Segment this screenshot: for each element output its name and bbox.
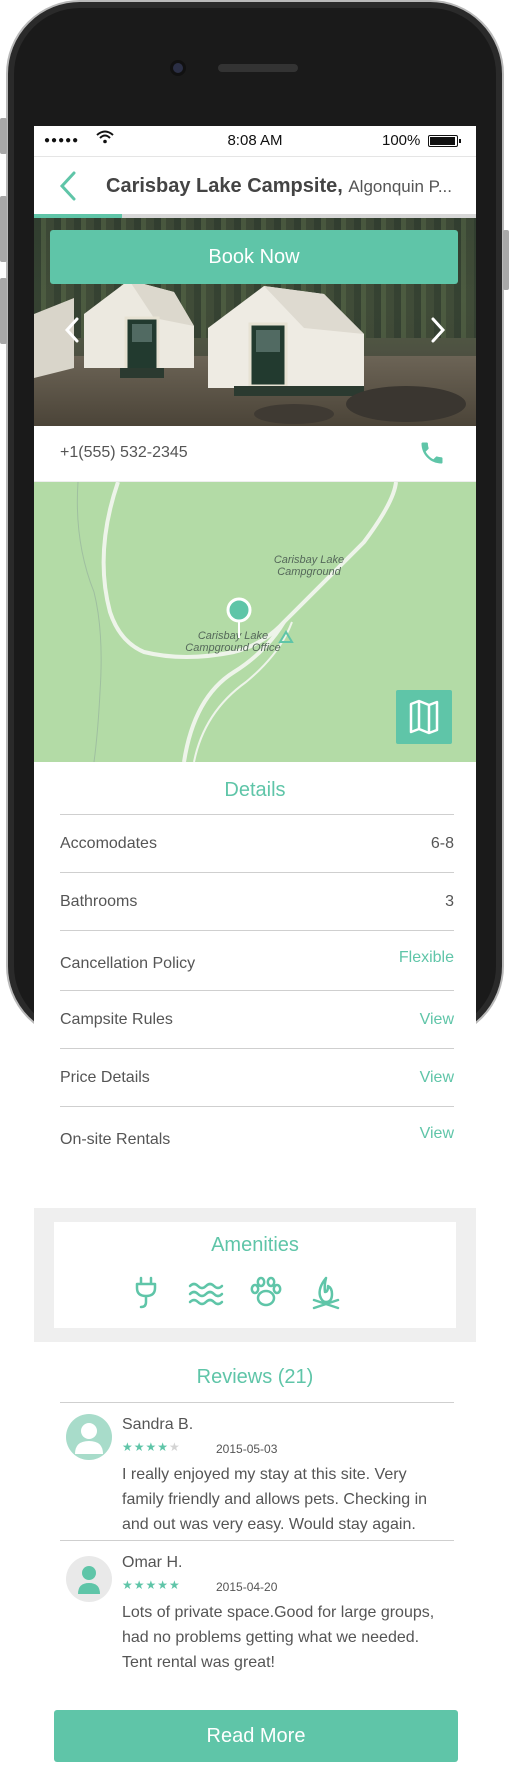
status-bar: ●●●●● 8:08 AM 100% [34, 126, 476, 156]
review-item: Omar H. ★★★★★ 2015-04-20 Lots of private… [60, 1542, 454, 1682]
read-more-button[interactable]: Read More [54, 1710, 458, 1762]
volume-down-button [0, 278, 7, 344]
book-now-button[interactable]: Book Now [50, 230, 458, 284]
paw-icon [250, 1276, 282, 1307]
detail-row-accomodates: Accomodates 6-8 [60, 814, 454, 872]
chevron-left-icon [59, 171, 76, 201]
detail-row-cancellation: Cancellation Policy Flexible [60, 930, 454, 990]
earpiece-speaker [218, 64, 298, 72]
detail-label: Campsite Rules [60, 1011, 173, 1028]
reviewer-name: Sandra B. [122, 1416, 194, 1433]
front-camera [170, 60, 186, 76]
star-rating: ★★★★★ [122, 1440, 181, 1454]
user-icon [78, 1566, 100, 1594]
amenities-heading: Amenities [211, 1234, 299, 1256]
chevron-right-icon [431, 317, 446, 343]
details-list: Accomodates 6-8 Bathrooms 3 Cancellation… [60, 814, 454, 1168]
review-text: Lots of private space.Good for large gro… [122, 1604, 435, 1671]
previous-photo-button[interactable] [60, 313, 84, 347]
phone-number: +1(555) 532-2345 [60, 444, 188, 461]
map-icon [409, 699, 439, 735]
amenities-card: Amenities [54, 1222, 456, 1328]
detail-label: Price Details [60, 1069, 150, 1086]
campsite-map[interactable]: Carisbay Lake Campground Carisbay Lake C… [34, 482, 476, 762]
campsite-photo-carousel[interactable]: Book Now [34, 218, 476, 426]
call-button[interactable] [418, 439, 446, 467]
detail-value: 6-8 [430, 835, 454, 852]
review-text: I really enjoyed my stay at this site. V… [122, 1466, 428, 1533]
campsite-name: Carisbay Lake Campsite, [106, 175, 343, 197]
user-icon [75, 1423, 103, 1454]
detail-row-price: Price Details View [60, 1048, 454, 1106]
volume-up-button [0, 196, 7, 262]
detail-label: Bathrooms [60, 893, 138, 910]
plug-icon [135, 1276, 157, 1309]
app-screen: ●●●●● 8:08 AM 100% Carisbay Lake Campsit… [34, 126, 476, 1774]
detail-label: Cancellation Policy [60, 955, 196, 972]
campfire-icon [312, 1276, 340, 1310]
cancellation-policy-link[interactable]: Flexible [399, 949, 454, 967]
onsite-rentals-link[interactable]: View [420, 1125, 454, 1143]
chevron-left-icon [64, 317, 79, 343]
detail-label: On-site Rentals [60, 1131, 171, 1148]
battery-icon [428, 135, 461, 147]
campsite-park: Algonquin P... [348, 177, 453, 196]
avatar [66, 1556, 112, 1602]
water-icon [188, 1282, 224, 1306]
detail-label: Accomodates [60, 835, 157, 852]
avatar [66, 1414, 112, 1460]
review-date: 2015-05-03 [216, 1442, 278, 1456]
star-rating: ★★★★★ [122, 1578, 181, 1592]
review-date: 2015-04-20 [216, 1580, 278, 1594]
stars-empty: ★ [169, 1440, 181, 1454]
power-button [503, 230, 509, 290]
open-map-button[interactable] [396, 690, 452, 744]
detail-value: 3 [445, 893, 454, 910]
details-heading: Details [224, 779, 286, 801]
divider [60, 1540, 454, 1541]
location-pin-icon[interactable] [224, 596, 254, 640]
mute-switch [0, 118, 7, 154]
reviews-heading: Reviews (21) [196, 1366, 314, 1388]
phone-icon [421, 442, 443, 464]
review-item: Sandra B. ★★★★★ 2015-05-03 I really enjo… [60, 1404, 454, 1542]
detail-row-bathrooms: Bathrooms 3 [60, 872, 454, 930]
page-title: Carisbay Lake Campsite, Algonquin P... [106, 175, 466, 198]
next-photo-button[interactable] [426, 313, 450, 347]
detail-row-rules: Campsite Rules View [60, 990, 454, 1048]
map-label-campground: Carisbay Lake Campground [273, 554, 345, 578]
contact-row: +1(555) 532-2345 [34, 426, 476, 482]
reviewer-name: Omar H. [122, 1554, 183, 1571]
back-button[interactable] [54, 169, 84, 203]
price-details-link[interactable]: View [420, 1069, 454, 1087]
battery-percent: 100% [382, 132, 421, 149]
stars-filled: ★★★★★ [122, 1578, 181, 1592]
detail-row-rentals: On-site Rentals View [60, 1106, 454, 1168]
divider [60, 1402, 454, 1403]
campsite-rules-link[interactable]: View [420, 1011, 454, 1029]
amenities-section: Amenities [34, 1208, 476, 1342]
header-bar: Carisbay Lake Campsite, Algonquin P... [34, 156, 476, 216]
stars-filled: ★★★★ [122, 1440, 170, 1454]
